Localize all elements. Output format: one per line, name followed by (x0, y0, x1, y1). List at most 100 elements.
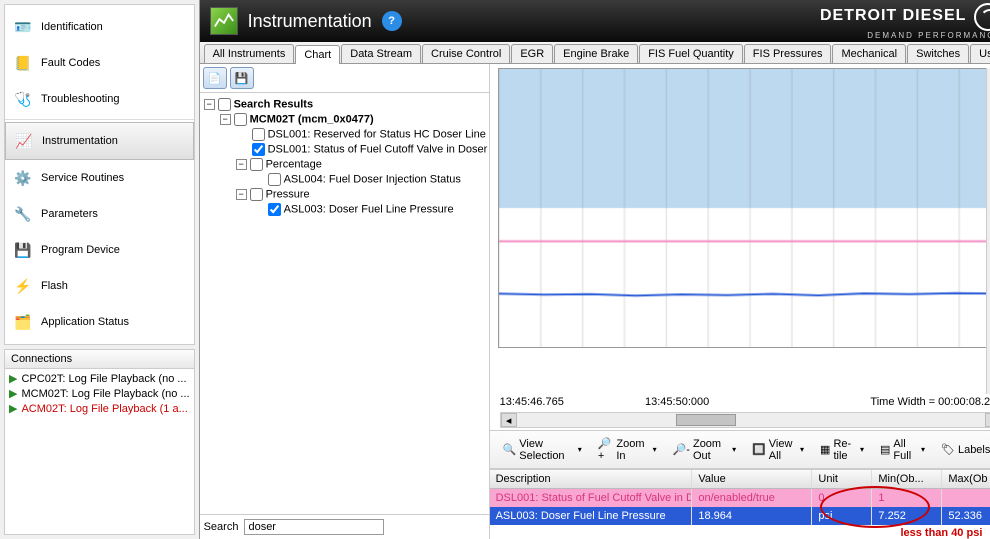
tree-root-checkbox[interactable] (218, 98, 231, 111)
nav-item-flash[interactable]: ⚡Flash (5, 268, 194, 304)
nav-item-troubleshooting[interactable]: 🩺 Troubleshooting (5, 81, 194, 117)
tab-user[interactable]: User (970, 44, 990, 63)
chart-tool-view-all[interactable]: 🔲View All▾ (745, 435, 811, 465)
grid-column-header[interactable]: Unit (812, 470, 872, 488)
tree-root-label: Search Results (234, 98, 313, 110)
chart-tool-zoom-in[interactable]: 🔎+Zoom In▾ (591, 434, 664, 465)
tool-label: View Selection (519, 438, 573, 462)
chart-tool-labels[interactable]: 🏷Labels▾ (934, 440, 990, 459)
search-input[interactable] (244, 519, 384, 535)
collapse-icon[interactable]: − (236, 189, 247, 200)
tab-egr[interactable]: EGR (511, 44, 553, 63)
x-start-label: 13:45:46.765 (500, 396, 564, 408)
scroll-right-arrow[interactable]: ▸ (985, 413, 990, 427)
chart-tool-zoom-out[interactable]: 🔎-Zoom Out▾ (666, 435, 743, 465)
tab-switches[interactable]: Switches (907, 44, 969, 63)
tree-checkbox[interactable] (252, 128, 265, 141)
nav-panel: 🪪Identification📒Fault Codes 🩺 Troubleshoot… (4, 4, 195, 345)
nav-label: Troubleshooting (41, 93, 119, 105)
connection-label: MCM02T: Log File Playback (no ... (21, 388, 189, 400)
chart-column: 13:45:46.765 13:45:50:000 Time Width = 0… (490, 64, 990, 539)
tab-chart[interactable]: Chart (295, 45, 340, 64)
chart-tool-retile[interactable]: ▦Re-tile▾ (813, 435, 871, 465)
tool-icon: 🔍 (503, 443, 517, 456)
tab-engine-brake[interactable]: Engine Brake (554, 44, 638, 63)
tree-controller-checkbox[interactable] (234, 113, 247, 126)
tree-checkbox[interactable] (268, 203, 281, 216)
nav-item-identification[interactable]: 🪪Identification (5, 9, 194, 45)
connection-item[interactable]: ▶ MCM02T: Log File Playback (no ... (7, 386, 192, 401)
scroll-thumb[interactable] (676, 414, 736, 426)
grid-cell-min: 7.252 (872, 507, 942, 525)
grid-cell-desc: DSL001: Status of Fuel Cutoff Valve in D… (490, 489, 693, 507)
chart-horizontal-scrollbar[interactable]: ◂ ▸ (500, 412, 990, 428)
tool-icon: 🔎+ (598, 437, 614, 462)
nav-icon: ⚙️ (13, 168, 33, 188)
tab-bar: All InstrumentsChartData StreamCruise Co… (200, 42, 990, 64)
pressure-checkbox[interactable] (250, 188, 263, 201)
tree-item[interactable]: DSL001: Reserved for Status HC Doser Lin… (252, 127, 485, 142)
nav-label: Fault Codes (41, 57, 100, 69)
grid-column-header[interactable]: Max(Ob (942, 470, 990, 488)
collapse-icon[interactable]: − (220, 114, 231, 125)
connection-label: CPC02T: Log File Playback (no ... (21, 373, 186, 385)
scroll-left-arrow[interactable]: ◂ (501, 413, 517, 427)
connection-item[interactable]: ▶CPC02T: Log File Playback (no ... (7, 371, 192, 386)
tree-btn-1[interactable]: 📄 (203, 67, 227, 89)
nav-icon: 🩺 (13, 89, 33, 109)
connection-item[interactable]: ▶ACM02T: Log File Playback (1 a... (7, 401, 192, 416)
percentage-checkbox[interactable] (250, 158, 263, 171)
chart-tool-all-full[interactable]: ▤All Full▾ (873, 435, 932, 465)
tree-controller-label: MCM02T (mcm_0x0477) (250, 113, 374, 125)
nav-item-parameters[interactable]: 🔧Parameters (5, 196, 194, 232)
help-icon[interactable]: ? (382, 11, 402, 31)
nav-item-service-routines[interactable]: ⚙️Service Routines (5, 160, 194, 196)
tree-checkbox[interactable] (268, 173, 281, 186)
nav-item-program-device[interactable]: 💾Program Device (5, 232, 194, 268)
tab-mechanical[interactable]: Mechanical (832, 44, 906, 63)
tree-checkbox[interactable] (252, 143, 265, 156)
grid-column-header[interactable]: Description (490, 470, 693, 488)
nav-icon: 🪪 (13, 17, 33, 37)
pressure-label: Pressure (266, 188, 310, 200)
nav-item-instrumentation[interactable]: 📈Instrumentation (5, 122, 194, 160)
nav-label: Program Device (41, 244, 120, 256)
nav-item-application-status[interactable]: 🗂️Application Status (5, 304, 194, 340)
grid-header: DescriptionValueUnitMin(Ob...Max(Ob (490, 470, 990, 489)
chart-tool-view-selection[interactable]: 🔍View Selection▾ (496, 435, 589, 465)
tree-item-label: DSL001: Reserved for Status HC Doser Lin… (268, 128, 486, 140)
tool-icon: ▦ (820, 443, 830, 456)
brand-logo: DETROIT DIESEL DEMAND PERFORMANCE (820, 3, 990, 40)
tree-item[interactable]: DSL001: Status of Fuel Cutoff Valve in D… (252, 142, 485, 157)
chart-canvas[interactable] (498, 68, 990, 348)
search-label: Search (204, 521, 239, 533)
tool-label: Zoom In (616, 438, 647, 462)
tree-item-label: ASL003: Doser Fuel Line Pressure (284, 203, 454, 215)
tool-label: All Full (893, 438, 916, 462)
tab-fis-fuel-quantity[interactable]: FIS Fuel Quantity (639, 44, 743, 63)
tree-btn-save[interactable]: 💾 (230, 67, 254, 89)
tree-item[interactable]: ASL004: Fuel Doser Injection Status (268, 172, 485, 187)
tab-all-instruments[interactable]: All Instruments (204, 44, 295, 63)
play-icon: ▶ (9, 387, 17, 400)
nav-item-fault-codes[interactable]: 📒Fault Codes (5, 45, 194, 81)
top-banner: Instrumentation ? DETROIT DIESEL DEMAND … (200, 0, 990, 42)
tab-fis-pressures[interactable]: FIS Pressures (744, 44, 832, 63)
connections-panel: Connections ▶CPC02T: Log File Playback (… (4, 349, 195, 535)
chart-vertical-scrollbar[interactable] (986, 68, 990, 394)
instrumentation-icon (210, 7, 238, 35)
tab-data-stream[interactable]: Data Stream (341, 44, 421, 63)
tool-icon: 🏷 (941, 443, 955, 456)
grid-cell-unit: 0 (812, 489, 872, 507)
tab-cruise-control[interactable]: Cruise Control (422, 44, 510, 63)
grid-row[interactable]: DSL001: Status of Fuel Cutoff Valve in D… (490, 489, 990, 507)
tree-item[interactable]: ASL003: Doser Fuel Line Pressure (268, 202, 485, 217)
grid-cell-max (942, 489, 990, 507)
tool-label: Re-tile (833, 438, 855, 462)
collapse-icon[interactable]: − (236, 159, 247, 170)
grid-column-header[interactable]: Value (692, 470, 812, 488)
collapse-icon[interactable]: − (204, 99, 215, 110)
grid-row[interactable]: ASL003: Doser Fuel Line Pressure18.964ps… (490, 507, 990, 525)
grid-column-header[interactable]: Min(Ob... (872, 470, 942, 488)
tree-item-label: ASL004: Fuel Doser Injection Status (284, 173, 461, 185)
